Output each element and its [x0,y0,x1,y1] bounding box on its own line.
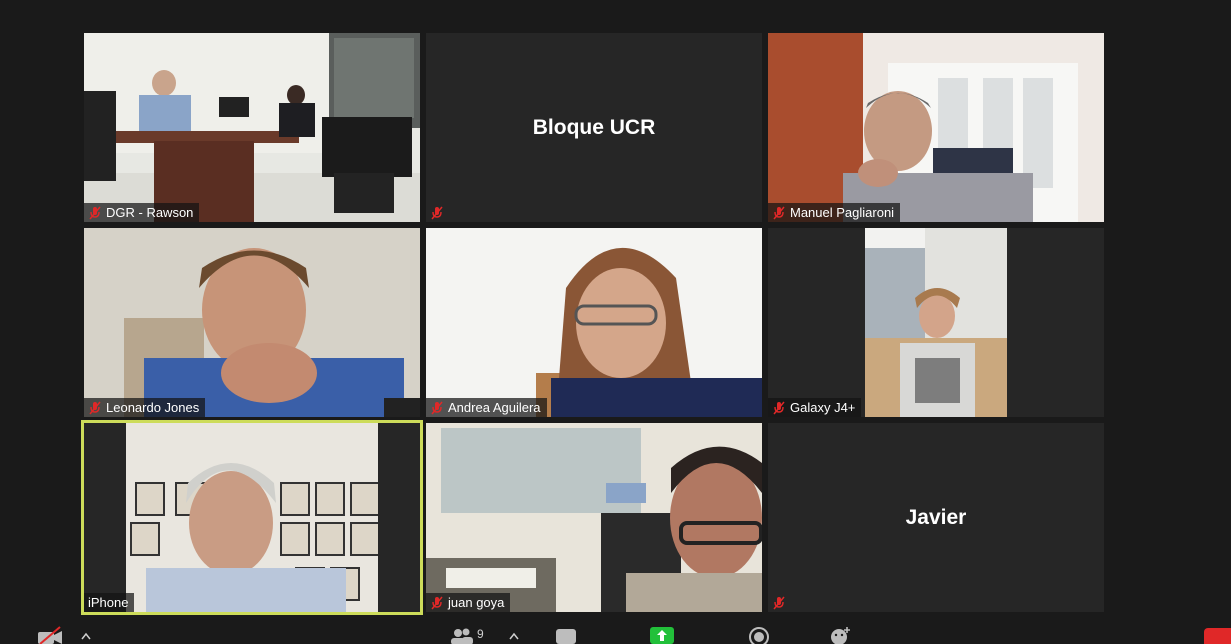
end-meeting-button[interactable] [1204,628,1231,644]
participant-name: Andrea Aguilera [448,400,541,415]
participant-nametag: Leonardo Jones [84,398,206,417]
mic-muted-icon [773,206,785,219]
video-tile-manuel-pagliaroni[interactable]: Manuel Pagliaroni [768,33,1104,222]
video-tile-andrea-aguilera[interactable]: Andrea Aguilera [426,228,762,417]
participant-name: Manuel Pagliaroni [790,205,895,220]
mic-muted-icon [431,596,443,609]
video-tile-juan-goya[interactable]: juan goya [426,423,762,612]
video-tile-javier[interactable]: Javier [768,423,1104,612]
participant-name: DGR - Rawson [106,205,194,220]
participants-icon[interactable] [450,627,474,644]
participants-count: 9 [477,627,484,641]
participants-options-chevron-icon[interactable] [509,632,519,640]
participant-nametag: juan goya [426,593,511,612]
participant-video [426,423,762,612]
participant-display-name: Javier [905,505,967,529]
participant-nametag: iPhone [84,593,135,612]
video-options-chevron-icon[interactable] [81,632,91,640]
record-icon[interactable] [748,626,770,644]
participant-video [768,33,1104,222]
reactions-icon[interactable] [829,625,853,644]
participant-nametag: Andrea Aguilera [426,398,547,417]
video-tile-galaxy-j4[interactable]: Galaxy J4+ [768,228,1104,417]
chat-icon[interactable] [555,627,577,644]
video-tile-iphone[interactable]: iPhone [84,423,420,612]
video-off-icon[interactable] [36,626,64,644]
share-screen-icon[interactable] [650,626,674,644]
mic-muted-icon [431,206,443,219]
participant-video [84,228,420,417]
video-tile-bloque-ucr[interactable]: Bloque UCR [426,33,762,222]
participant-name: Leonardo Jones [106,400,200,415]
mic-muted-icon [773,401,785,414]
participant-name: Galaxy J4+ [790,400,856,415]
meeting-toolbar: 9 [0,622,1231,644]
participant-video [865,228,1007,417]
mic-muted-icon [773,596,785,609]
participant-nametag [426,203,450,222]
video-tile-leonardo-jones[interactable]: Leonardo Jones [84,228,420,417]
participant-nametag [768,593,792,612]
participant-video [126,423,378,612]
video-tile-dgr-rawson[interactable]: DGR - Rawson [84,33,420,222]
mic-muted-icon [89,401,101,414]
mic-muted-icon [431,401,443,414]
mic-muted-icon [89,206,101,219]
participant-name: juan goya [448,595,505,610]
conference-room-video [84,33,420,222]
participant-nametag: DGR - Rawson [84,203,200,222]
participant-name: iPhone [88,595,129,610]
participant-nametag: Galaxy J4+ [768,398,862,417]
participant-display-name: Bloque UCR [532,115,656,139]
participant-nametag: Manuel Pagliaroni [768,203,901,222]
participant-video [426,228,762,417]
